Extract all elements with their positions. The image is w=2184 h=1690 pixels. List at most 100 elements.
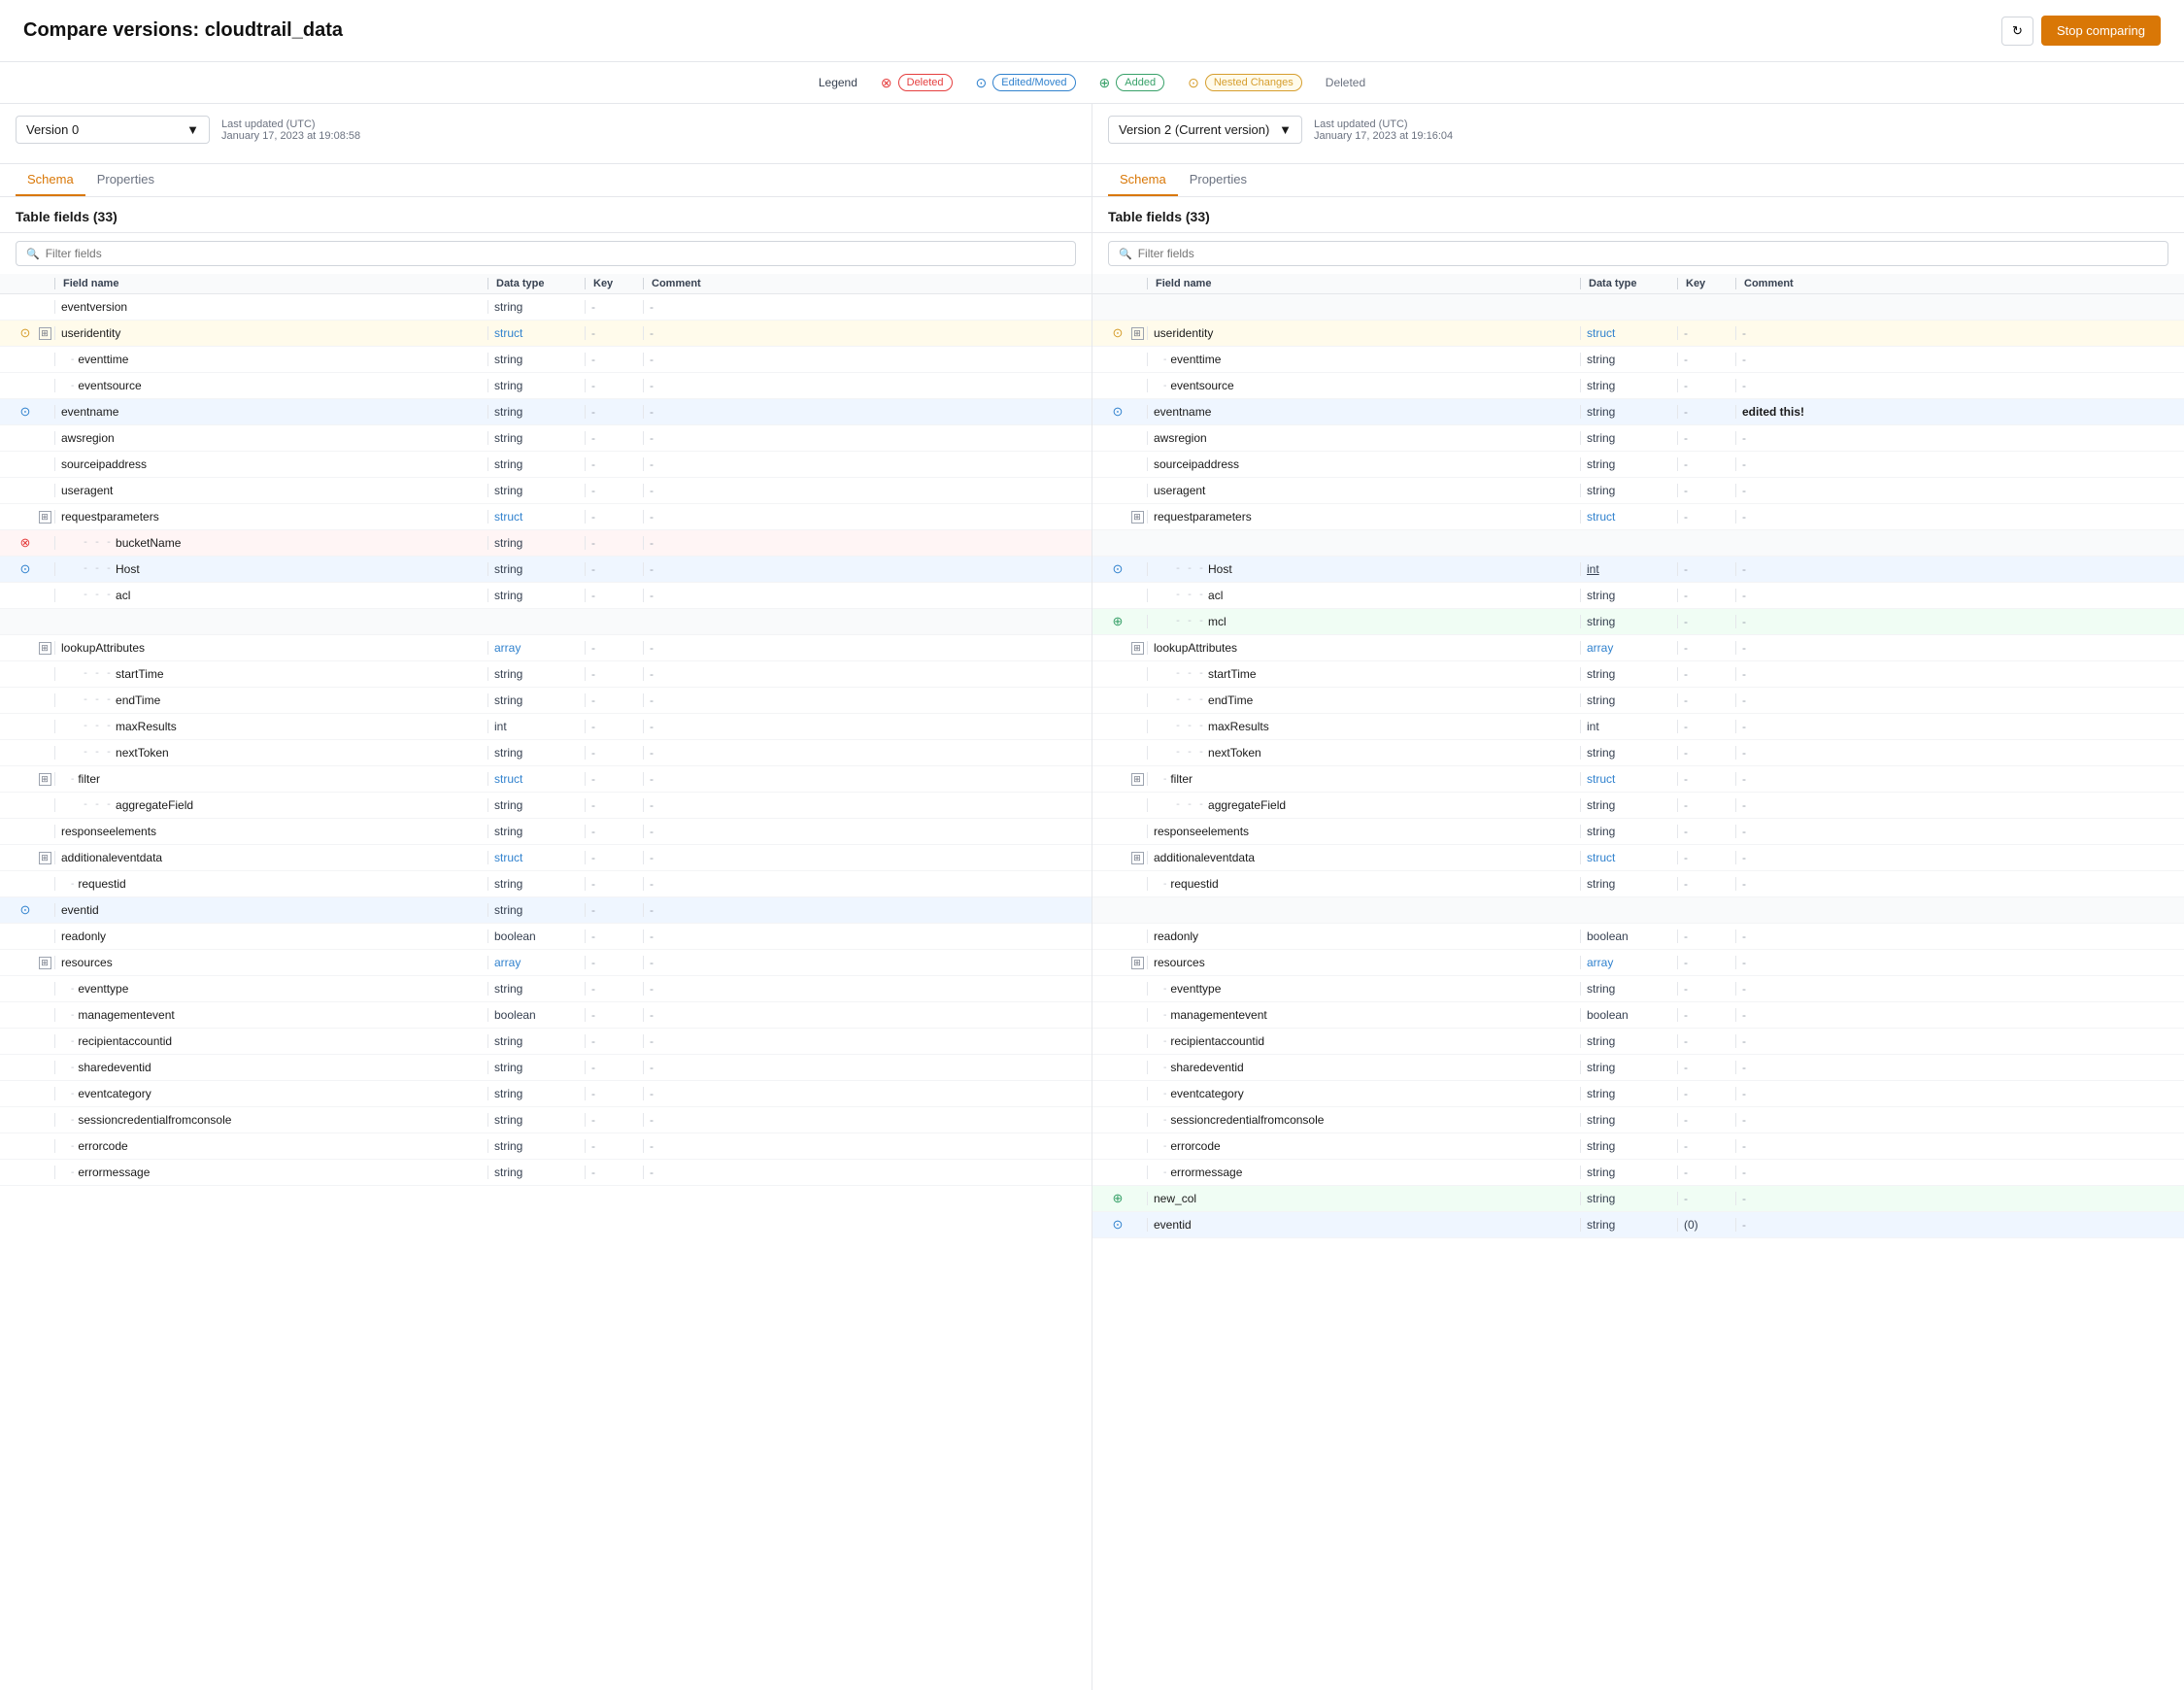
row-comment-cell: -: [1735, 825, 2168, 838]
refresh-button[interactable]: ↻: [2001, 17, 2033, 46]
field-name: sourceipaddress: [61, 457, 147, 471]
col-header-key: Key: [585, 278, 643, 289]
row-expand-cell[interactable]: ⊞: [35, 327, 54, 340]
row-comment-cell: -: [643, 1061, 1076, 1074]
row-comment-cell: -: [643, 457, 1076, 471]
dash-comment: -: [650, 877, 654, 891]
left-filter-input[interactable]: [46, 247, 1065, 260]
expand-struct-icon[interactable]: ⊞: [1131, 773, 1144, 786]
row-comment-cell: -: [643, 1008, 1076, 1022]
table-row: - errormessage string - -: [1092, 1160, 2184, 1186]
right-filter-input[interactable]: [1138, 247, 2158, 260]
row-key-cell: -: [1677, 1087, 1735, 1100]
right-filter-input-wrapper[interactable]: 🔍: [1108, 241, 2168, 266]
table-row: - - - nextToken string - -: [1092, 740, 2184, 766]
row-key-cell: -: [1677, 353, 1735, 366]
col-header-comment: Comment: [643, 278, 1076, 289]
table-row: - errorcode string - -: [1092, 1133, 2184, 1160]
row-field-name-cell: useragent: [54, 484, 487, 497]
row-comment-cell: -: [643, 825, 1076, 838]
expand-struct-icon[interactable]: ⊞: [39, 511, 51, 524]
dash-key: -: [1684, 379, 1688, 392]
row-comment-cell: -: [1735, 851, 2168, 864]
expand-struct-icon[interactable]: ⊞: [39, 327, 51, 340]
row-field-name-cell: - - - Host: [54, 562, 487, 576]
row-key-cell: -: [585, 903, 643, 917]
dash-key: -: [591, 825, 595, 838]
expand-struct-icon[interactable]: ⊞: [1131, 852, 1144, 864]
field-name: Host: [1208, 562, 1232, 576]
field-name: readonly: [61, 930, 106, 943]
row-expand-cell[interactable]: ⊞: [1127, 773, 1147, 786]
row-expand-cell[interactable]: ⊞: [35, 511, 54, 524]
expand-struct-icon[interactable]: ⊞: [1131, 957, 1144, 969]
stop-comparing-button[interactable]: Stop comparing: [2041, 16, 2161, 46]
expand-struct-icon[interactable]: ⊞: [1131, 642, 1144, 655]
edited-status-icon: ⊙: [1113, 561, 1124, 577]
field-name: readonly: [1154, 930, 1198, 943]
row-key-cell: -: [1677, 457, 1735, 471]
right-tab-schema[interactable]: Schema: [1108, 164, 1178, 196]
row-expand-cell[interactable]: ⊞: [35, 642, 54, 655]
dash-key: -: [591, 1008, 595, 1022]
row-expand-cell[interactable]: ⊞: [1127, 327, 1147, 340]
row-key-cell: -: [585, 589, 643, 602]
row-field-name-cell: - - - nextToken: [1147, 746, 1580, 760]
row-expand-cell[interactable]: ⊞: [1127, 642, 1147, 655]
left-filter-input-wrapper[interactable]: 🔍: [16, 241, 1076, 266]
dash-comment: -: [1742, 353, 1746, 366]
row-expand-cell[interactable]: ⊞: [35, 957, 54, 969]
row-type-cell: string: [1580, 431, 1677, 445]
dash-key: -: [591, 589, 595, 602]
expand-struct-icon[interactable]: ⊞: [1131, 327, 1144, 340]
expand-struct-icon[interactable]: ⊞: [1131, 511, 1144, 524]
field-name: additionaleventdata: [1154, 851, 1255, 864]
row-expand-cell[interactable]: ⊞: [1127, 852, 1147, 864]
right-version-dropdown[interactable]: Version 2 (Current version) ▼: [1108, 116, 1302, 144]
row-field-name-cell: eventid: [54, 903, 487, 917]
field-name: sourceipaddress: [1154, 457, 1239, 471]
dash-comment: -: [1742, 1008, 1746, 1022]
dash-comment: -: [650, 693, 654, 707]
dash-key: -: [1684, 1113, 1688, 1127]
expand-struct-icon[interactable]: ⊞: [39, 642, 51, 655]
left-version-dropdown[interactable]: Version 0 ▼: [16, 116, 210, 144]
field-name: errormessage: [1170, 1166, 1242, 1179]
left-tab-schema[interactable]: Schema: [16, 164, 85, 196]
left-tab-properties[interactable]: Properties: [85, 164, 166, 196]
row-expand-cell[interactable]: ⊞: [1127, 957, 1147, 969]
dash-comment: -: [1742, 562, 1746, 576]
dash-key: -: [1684, 720, 1688, 733]
row-key-cell: -: [1677, 851, 1735, 864]
col-header-field-name-r: Field name: [1147, 278, 1580, 289]
row-type-cell: array: [487, 956, 585, 969]
row-type-cell: string: [1580, 798, 1677, 812]
dash-key: -: [591, 510, 595, 524]
dash-comment: -: [650, 956, 654, 969]
row-type-cell: string: [487, 1113, 585, 1127]
field-name: endTime: [1208, 693, 1253, 707]
expand-struct-icon[interactable]: ⊞: [39, 852, 51, 864]
dash-comment: -: [650, 589, 654, 602]
row-expand-cell[interactable]: ⊞: [1127, 511, 1147, 524]
row-comment-cell: -: [643, 930, 1076, 943]
field-name: recipientaccountid: [1170, 1034, 1264, 1048]
row-expand-cell[interactable]: ⊞: [35, 773, 54, 786]
row-expand-cell[interactable]: ⊞: [35, 852, 54, 864]
dash-key: -: [591, 851, 595, 864]
expand-struct-icon[interactable]: ⊞: [39, 957, 51, 969]
field-name: filter: [1170, 772, 1193, 786]
row-key-cell: -: [585, 956, 643, 969]
table-row: - requestid string - -: [0, 871, 1092, 897]
row-comment-cell: -: [1735, 1166, 2168, 1179]
legend-added: ⊕ Added: [1099, 74, 1165, 91]
dash-comment: -: [1742, 326, 1746, 340]
dash-comment: -: [650, 510, 654, 524]
dash-comment: -: [1742, 431, 1746, 445]
row-comment-cell: -: [643, 1166, 1076, 1179]
right-tab-properties[interactable]: Properties: [1178, 164, 1259, 196]
row-comment-cell: -: [643, 772, 1076, 786]
expand-struct-icon[interactable]: ⊞: [39, 773, 51, 786]
dash-key: -: [591, 1061, 595, 1074]
col-header-field-name: Field name: [54, 278, 487, 289]
